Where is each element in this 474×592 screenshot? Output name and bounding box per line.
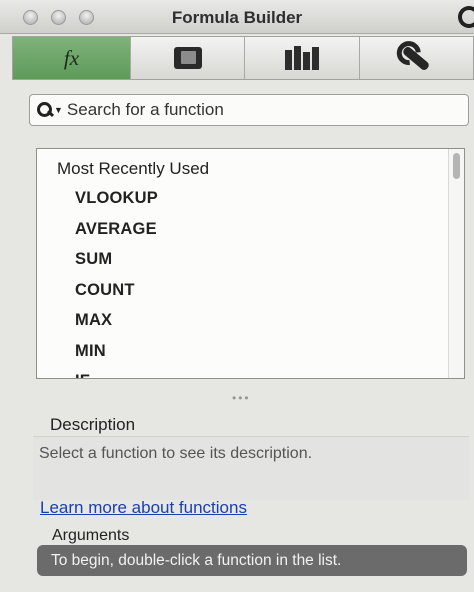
description-label: Description xyxy=(50,415,136,434)
refresh-icon[interactable] xyxy=(458,6,474,28)
search-field[interactable]: ▼ xyxy=(29,94,469,126)
arguments-label: Arguments xyxy=(52,527,130,544)
list-item[interactable]: IF xyxy=(75,372,158,378)
list-item[interactable]: AVERAGE xyxy=(75,220,158,251)
window-footer xyxy=(0,578,474,592)
tab-settings[interactable] xyxy=(360,37,473,79)
list-item[interactable]: SUM xyxy=(75,250,158,281)
list-item[interactable]: MAX xyxy=(75,311,158,342)
formula-builder-window: Formula Builder fx ▼ Most Recently Used … xyxy=(0,0,474,592)
tab-formula-builder[interactable]: fx xyxy=(13,37,131,79)
tab-library[interactable] xyxy=(245,37,360,79)
learn-more-link[interactable]: Learn more about functions xyxy=(40,498,247,518)
scroll-thumb[interactable] xyxy=(453,153,460,179)
search-icon[interactable] xyxy=(36,100,56,120)
list-item[interactable]: VLOOKUP xyxy=(75,189,158,220)
toolbar: fx xyxy=(12,36,474,80)
tab-formula-book[interactable] xyxy=(131,37,246,79)
window-title: Formula Builder xyxy=(171,8,303,27)
function-icon: fx xyxy=(63,45,80,70)
list-section-header: Most Recently Used xyxy=(57,159,210,178)
list-item[interactable]: MIN xyxy=(75,342,158,373)
arguments-box: To begin, double-click a function in the… xyxy=(37,545,467,576)
list-item[interactable]: COUNT xyxy=(75,281,158,312)
formula-book-icon xyxy=(173,47,202,69)
arguments-text: To begin, double-click a function in the… xyxy=(51,552,342,569)
library-icon xyxy=(284,46,319,70)
list-scrollbar[interactable] xyxy=(448,149,464,378)
split-handle[interactable]: ••• xyxy=(232,391,251,405)
function-list[interactable]: Most Recently Used VLOOKUP AVERAGE SUM C… xyxy=(36,148,465,379)
function-list-items: VLOOKUP AVERAGE SUM COUNT MAX MIN IF xyxy=(75,189,158,378)
description-box: Select a function to see its description… xyxy=(33,436,469,500)
search-input[interactable] xyxy=(66,100,468,120)
wrench-icon xyxy=(401,44,431,72)
description-text: Select a function to see its description… xyxy=(39,445,313,462)
title-bar: Formula Builder xyxy=(0,0,474,34)
